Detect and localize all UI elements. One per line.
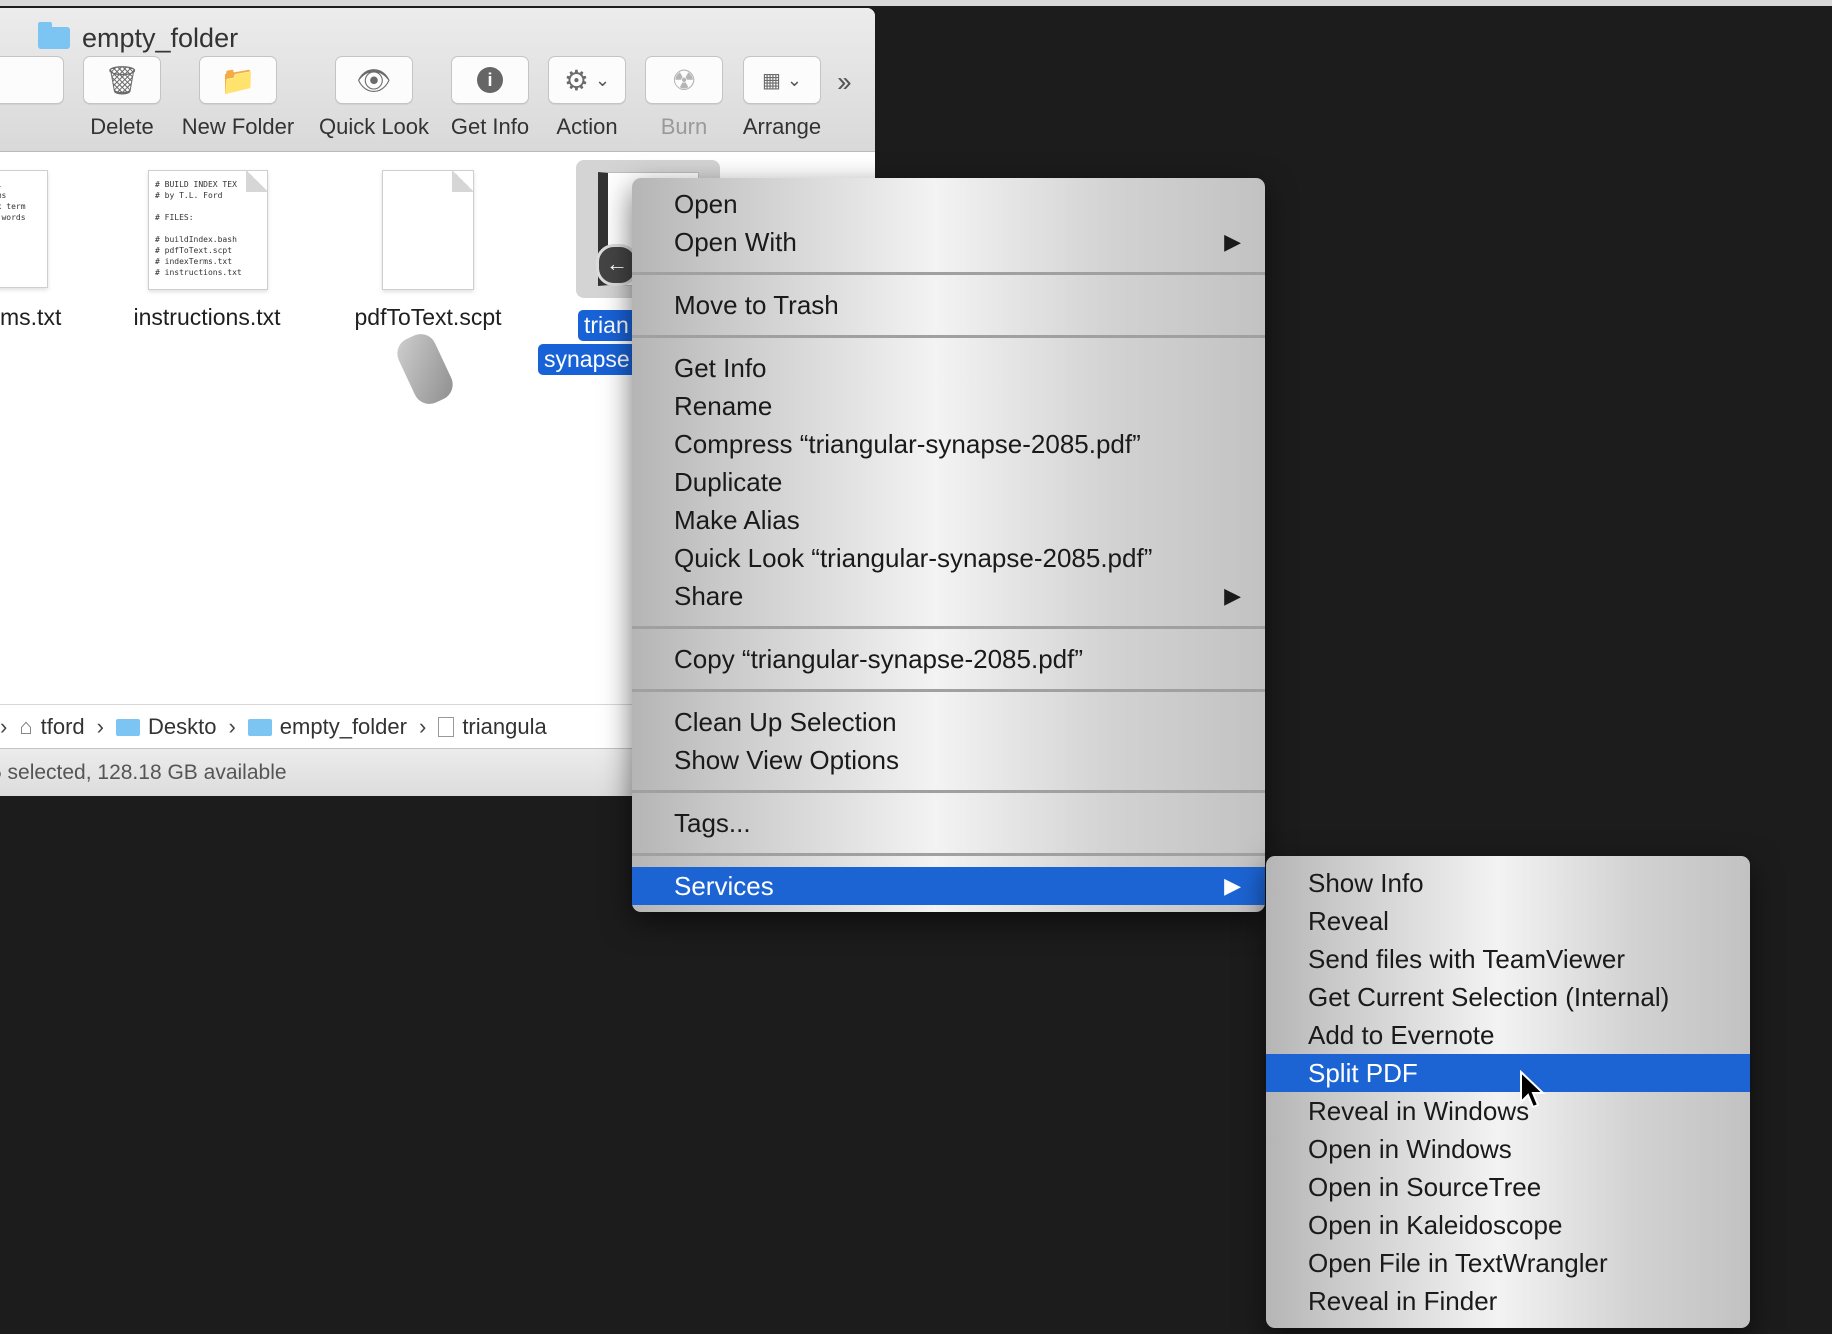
menu-item-compress[interactable]: Compress “triangular-synapse-2085.pdf”: [632, 425, 1265, 463]
new-folder-label: New Folder: [181, 114, 295, 139]
get-info-label: Get Info: [450, 114, 530, 139]
menu-item-move-to-trash[interactable]: Move to Trash: [632, 286, 1265, 324]
burn-icon: ☢: [671, 64, 697, 96]
services-item-reveal-in-finder[interactable]: Reveal in Finder: [1266, 1282, 1750, 1320]
menu-item-rename[interactable]: Rename: [632, 387, 1265, 425]
menu-separator: [632, 689, 1265, 692]
new-folder-icon: 📁: [220, 64, 256, 96]
services-item-send-teamviewer[interactable]: Send files with TeamViewer: [1266, 940, 1750, 978]
delete-label: Delete: [90, 114, 154, 139]
toolbar-item-arrange[interactable]: ▦ ⌄ Arrange: [738, 56, 826, 140]
gear-icon: ⚙: [563, 64, 589, 96]
action-label: Action: [556, 114, 618, 139]
toolbar: empty_folder 🗑 Delete 📁 New Folder 👁 Qui…: [0, 8, 875, 152]
toolbar-item-quick-look[interactable]: 👁 Quick Look: [314, 56, 434, 140]
quick-look-button[interactable]: 👁: [335, 56, 413, 104]
submenu-arrow-icon: ▶: [1224, 583, 1241, 608]
services-item-open-in-sourcetree[interactable]: Open in SourceTree: [1266, 1168, 1750, 1206]
file-icon-pdftotext[interactable]: [382, 170, 474, 290]
menu-separator: [632, 853, 1265, 856]
menu-item-show-view-options[interactable]: Show View Options: [632, 741, 1265, 779]
menu-item-clean-up-selection[interactable]: Clean Up Selection: [632, 703, 1265, 741]
home-icon: ⌂: [19, 714, 33, 739]
context-menu: Open Open With ▶ Move to Trash Get Info …: [632, 178, 1265, 912]
path-item-file[interactable]: triangula: [438, 714, 547, 740]
menu-separator: [632, 626, 1265, 629]
toolbar-item-delete[interactable]: 🗑 Delete: [82, 56, 162, 140]
services-item-open-in-kaleidoscope[interactable]: Open in Kaleidoscope: [1266, 1206, 1750, 1244]
path-chevron-icon: ›: [96, 714, 104, 739]
file-name-instructions[interactable]: instructions.txt: [122, 304, 292, 331]
burn-label: Burn: [660, 114, 708, 139]
window-title-text: empty_folder: [82, 22, 239, 53]
menu-separator: [632, 790, 1265, 793]
menu-item-open-with[interactable]: Open With ▶: [632, 223, 1265, 261]
menu-item-get-info[interactable]: Get Info: [632, 349, 1265, 387]
services-item-open-in-textwrangler[interactable]: Open File in TextWrangler: [1266, 1244, 1750, 1282]
get-info-button[interactable]: i: [451, 56, 529, 104]
services-item-split-pdf[interactable]: Split PDF: [1266, 1054, 1750, 1092]
delete-button[interactable]: 🗑: [83, 56, 161, 104]
chevron-down-icon: ⌄: [786, 69, 802, 90]
menu-separator: [632, 335, 1265, 338]
folder-icon: [38, 22, 70, 49]
menu-item-services[interactable]: Services ▶: [632, 867, 1265, 905]
menu-separator: [632, 272, 1265, 275]
folder-icon: [247, 718, 272, 736]
services-item-get-current-selection[interactable]: Get Current Selection (Internal): [1266, 978, 1750, 1016]
window-title: empty_folder: [38, 18, 238, 58]
toolbar-overflow-icon[interactable]: ››: [837, 66, 852, 98]
services-item-open-in-windows[interactable]: Open in Windows: [1266, 1130, 1750, 1168]
toolbar-item-get-info[interactable]: i Get Info: [446, 56, 534, 140]
arrange-label: Arrange: [742, 114, 822, 139]
quick-look-label: Quick Look: [318, 114, 430, 139]
trash-icon: 🗑: [104, 64, 140, 96]
applescript-icon: [392, 328, 458, 410]
grid-icon: ▦: [762, 69, 781, 92]
toolbar-back-button[interactable]: [0, 56, 64, 104]
toolbar-item-burn[interactable]: ☢ Burn: [642, 56, 726, 140]
path-chevron-icon: ›: [228, 714, 236, 739]
file-name-index-terms[interactable]: ms.txt: [0, 304, 61, 331]
back-button[interactable]: [0, 56, 64, 104]
menu-item-copy[interactable]: Copy “triangular-synapse-2085.pdf”: [632, 640, 1265, 678]
toolbar-item-action[interactable]: ⚙ ⌄ Action: [545, 56, 629, 140]
path-chevron-icon: ›: [0, 714, 8, 739]
folder-icon: [115, 718, 140, 736]
menu-item-open[interactable]: Open: [632, 185, 1265, 223]
action-button[interactable]: ⚙ ⌄: [548, 56, 626, 104]
services-item-reveal-in-windows[interactable]: Reveal in Windows: [1266, 1092, 1750, 1130]
burn-button[interactable]: ☢: [645, 56, 723, 104]
menu-item-quick-look[interactable]: Quick Look “triangular-synapse-2085.pdf”: [632, 539, 1265, 577]
document-icon: [438, 717, 455, 737]
services-item-reveal[interactable]: Reveal: [1266, 902, 1750, 940]
chevron-down-icon: ⌄: [595, 69, 611, 90]
menu-item-duplicate[interactable]: Duplicate: [632, 463, 1265, 501]
submenu-arrow-icon: ▶: [1224, 873, 1241, 898]
file-preview: ndi erms dex term d" words: [0, 180, 26, 222]
menu-item-make-alias[interactable]: Make Alias: [632, 501, 1265, 539]
status-text: 5 selected, 128.18 GB available: [0, 761, 287, 784]
services-item-add-to-evernote[interactable]: Add to Evernote: [1266, 1016, 1750, 1054]
file-icon-index-terms[interactable]: ndi erms dex term d" words: [0, 170, 48, 288]
file-name-pdftotext[interactable]: pdfToText.scpt: [340, 304, 516, 331]
new-folder-button[interactable]: 📁: [199, 56, 277, 104]
path-item-desktop[interactable]: Deskto: [115, 714, 216, 740]
info-icon: i: [477, 67, 503, 93]
submenu-arrow-icon: ▶: [1224, 229, 1241, 254]
toolbar-item-new-folder[interactable]: 📁 New Folder: [178, 56, 298, 140]
file-icon-instructions[interactable]: # BUILD INDEX TEX # by T.L. Ford # FILES…: [148, 170, 268, 290]
top-strip: [0, 0, 1832, 6]
path-chevron-icon: ›: [418, 714, 427, 739]
path-item-empty-folder[interactable]: empty_folder: [247, 714, 407, 740]
arrange-button[interactable]: ▦ ⌄: [743, 56, 821, 104]
eye-icon: 👁: [356, 64, 392, 96]
menu-item-share[interactable]: Share ▶: [632, 577, 1265, 615]
menu-item-tags[interactable]: Tags...: [632, 804, 1265, 842]
services-submenu: Show Info Reveal Send files with TeamVie…: [1266, 856, 1750, 1328]
services-item-show-info[interactable]: Show Info: [1266, 864, 1750, 902]
path-item-home[interactable]: ⌂ tford: [19, 714, 84, 740]
